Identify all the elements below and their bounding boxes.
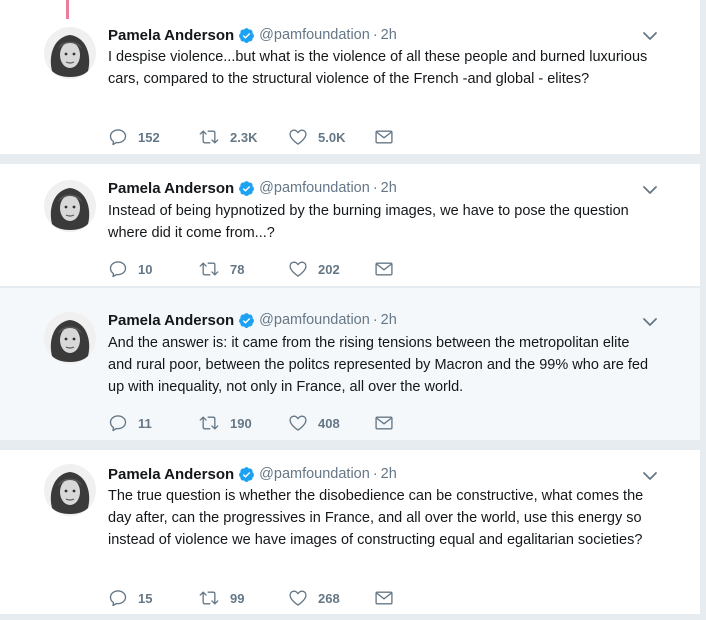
retweet-count: 99: [230, 590, 245, 606]
like-count: 408: [318, 415, 340, 431]
tweet[interactable]: Pamela Anderson @pamfoundation · 2h I de…: [0, 0, 700, 155]
retweet-count: 2.3K: [230, 129, 258, 145]
tweet[interactable]: Pamela Anderson @pamfoundation · 2h And …: [0, 287, 700, 441]
like-count: 202: [318, 261, 340, 277]
tweet[interactable]: Pamela Anderson @pamfoundation · 2h Inst…: [0, 163, 700, 287]
tweet-header: Pamela Anderson @pamfoundation · 2h: [108, 178, 397, 198]
retweet-button[interactable]: 99: [198, 588, 288, 608]
timestamp[interactable]: 2h: [381, 312, 397, 328]
tweet-timeline: Pamela Anderson @pamfoundation · 2h I de…: [0, 0, 706, 620]
direct-message-button[interactable]: [374, 127, 404, 147]
heart-icon: [289, 261, 307, 277]
like-button[interactable]: 408: [288, 413, 374, 433]
tweet-text: I despise violence...but what is the vio…: [108, 49, 648, 87]
thread-line: [66, 0, 69, 19]
separator-dot: ·: [372, 466, 378, 482]
envelope-icon: [375, 130, 393, 144]
like-count: 268: [318, 590, 340, 606]
reply-button[interactable]: 11: [108, 413, 198, 433]
retweet-icon: [199, 591, 219, 605]
retweet-icon: [199, 130, 219, 144]
chevron-down-icon[interactable]: [640, 180, 660, 200]
verified-badge-icon: [238, 180, 255, 197]
tweet-text: And the answer is: it came from the risi…: [108, 335, 649, 395]
direct-message-button[interactable]: [374, 259, 404, 279]
tweet-actions: 15 99 268: [108, 587, 404, 609]
retweet-icon: [199, 262, 219, 276]
timestamp[interactable]: 2h: [381, 27, 397, 43]
tweet-text: Instead of being hypnotized by the burni…: [108, 203, 629, 241]
envelope-icon: [375, 416, 393, 430]
avatar-photo: [44, 312, 96, 364]
retweet-button[interactable]: 2.3K: [198, 127, 288, 147]
user-handle[interactable]: @pamfoundation: [259, 180, 370, 196]
verified-badge-icon: [238, 312, 255, 329]
tweet-actions: 152 2.3K 5.0K: [108, 126, 404, 148]
reply-icon: [109, 590, 127, 607]
separator-dot: ·: [372, 180, 378, 196]
verified-badge-icon: [238, 466, 255, 483]
direct-message-button[interactable]: [374, 413, 404, 433]
tweet-header: Pamela Anderson @pamfoundation · 2h: [108, 310, 397, 330]
avatar-photo: [44, 27, 96, 79]
separator-dot: ·: [372, 27, 378, 43]
like-button[interactable]: 5.0K: [288, 127, 374, 147]
display-name[interactable]: Pamela Anderson: [108, 312, 234, 329]
reply-icon: [109, 261, 127, 278]
tweet-actions: 11 190 408: [108, 412, 404, 434]
timestamp[interactable]: 2h: [381, 466, 397, 482]
heart-icon: [289, 415, 307, 431]
tweet-text: The true question is whether the disobed…: [108, 488, 644, 548]
reply-button[interactable]: 152: [108, 127, 198, 147]
reply-count: 152: [138, 129, 160, 145]
display-name[interactable]: Pamela Anderson: [108, 466, 234, 483]
tweet-actions: 10 78 202: [108, 258, 404, 280]
like-button[interactable]: 202: [288, 259, 374, 279]
chevron-down-icon[interactable]: [640, 312, 660, 332]
display-name[interactable]: Pamela Anderson: [108, 27, 234, 44]
heart-icon: [289, 590, 307, 606]
heart-icon: [289, 129, 307, 145]
reply-button[interactable]: 15: [108, 588, 198, 608]
verified-badge-icon: [238, 27, 255, 44]
avatar[interactable]: [44, 180, 96, 232]
envelope-icon: [375, 591, 393, 605]
avatar-photo: [44, 180, 96, 232]
timestamp[interactable]: 2h: [381, 180, 397, 196]
avatar[interactable]: [44, 27, 96, 79]
retweet-button[interactable]: 190: [198, 413, 288, 433]
tweet[interactable]: Pamela Anderson @pamfoundation · 2h The …: [0, 449, 700, 615]
user-handle[interactable]: @pamfoundation: [259, 466, 370, 482]
display-name[interactable]: Pamela Anderson: [108, 180, 234, 197]
reply-count: 15: [138, 590, 153, 606]
retweet-count: 190: [230, 415, 252, 431]
like-count: 5.0K: [318, 129, 346, 145]
chevron-down-icon[interactable]: [640, 466, 660, 486]
retweet-button[interactable]: 78: [198, 259, 288, 279]
reply-count: 10: [138, 261, 153, 277]
separator-dot: ·: [372, 312, 378, 328]
avatar-photo: [44, 464, 96, 516]
tweet-header: Pamela Anderson @pamfoundation · 2h: [108, 25, 397, 45]
direct-message-button[interactable]: [374, 588, 404, 608]
user-handle[interactable]: @pamfoundation: [259, 312, 370, 328]
retweet-icon: [199, 416, 219, 430]
chevron-down-icon[interactable]: [640, 26, 660, 46]
avatar[interactable]: [44, 464, 96, 516]
retweet-count: 78: [230, 261, 245, 277]
reply-icon: [109, 129, 127, 146]
reply-button[interactable]: 10: [108, 259, 198, 279]
avatar[interactable]: [44, 312, 96, 364]
like-button[interactable]: 268: [288, 588, 374, 608]
envelope-icon: [375, 262, 393, 276]
reply-count: 11: [138, 415, 152, 431]
reply-icon: [109, 415, 127, 432]
tweet-header: Pamela Anderson @pamfoundation · 2h: [108, 464, 397, 484]
user-handle[interactable]: @pamfoundation: [259, 27, 370, 43]
